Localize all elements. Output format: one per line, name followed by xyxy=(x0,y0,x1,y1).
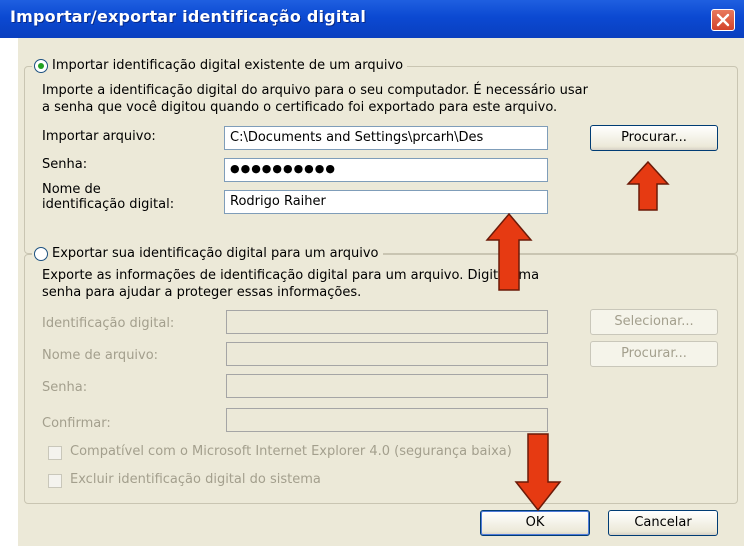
export-file-input[interactable] xyxy=(226,342,548,366)
import-radio[interactable]: Importar identificação digital existente… xyxy=(32,58,408,73)
import-browse-button[interactable]: Procurar... xyxy=(590,125,718,151)
import-radio-label: Importar identificação digital existente… xyxy=(52,58,404,73)
export-id-label: Identificação digital: xyxy=(42,316,175,331)
export-radio-label: Exportar sua identificação digital para … xyxy=(52,246,379,261)
import-password-label: Senha: xyxy=(42,157,88,172)
dialog-body: Importar identificação digital existente… xyxy=(18,38,744,546)
export-select-button[interactable]: Selecionar... xyxy=(590,309,718,335)
import-radio-button[interactable] xyxy=(34,58,48,73)
delete-id-checkbox[interactable] xyxy=(48,474,62,488)
arrow-up-icon xyxy=(626,160,670,211)
import-name-label: Nome de identificação digital: xyxy=(42,182,175,212)
export-password-input[interactable] xyxy=(226,374,548,398)
delete-id-label: Excluir identificação digital do sistema xyxy=(70,472,321,487)
import-name-input[interactable]: Rodrigo Raiher xyxy=(224,190,548,214)
close-icon xyxy=(716,13,730,27)
window-title: Importar/exportar identificação digital xyxy=(10,7,367,26)
export-radio-button[interactable] xyxy=(34,246,48,261)
ie-compat-checkbox[interactable] xyxy=(48,446,62,460)
export-description: Exporte as informações de identificação … xyxy=(42,268,540,300)
import-password-input[interactable]: ●●●●●●●●●● xyxy=(224,158,548,182)
cancel-button[interactable]: Cancelar xyxy=(608,510,718,536)
export-confirm-label: Confirmar: xyxy=(42,416,111,431)
export-file-label: Nome de arquivo: xyxy=(42,348,159,363)
export-radio[interactable]: Exportar sua identificação digital para … xyxy=(32,246,383,261)
arrow-up-icon xyxy=(485,212,533,291)
arrow-down-icon xyxy=(514,433,562,512)
ie-compat-label: Compatível com o Microsoft Internet Expl… xyxy=(70,444,512,459)
import-description: Importe a identificação digital do arqui… xyxy=(42,83,588,115)
close-button[interactable] xyxy=(711,9,735,31)
title-bar: Importar/exportar identificação digital xyxy=(0,0,744,38)
export-browse-button[interactable]: Procurar... xyxy=(590,341,718,367)
export-confirm-input[interactable] xyxy=(226,408,548,432)
import-file-label: Importar arquivo: xyxy=(42,129,156,144)
export-password-label: Senha: xyxy=(42,380,88,395)
ok-button[interactable]: OK xyxy=(480,510,590,536)
export-id-input[interactable] xyxy=(226,310,548,334)
import-file-input[interactable]: C:\Documents and Settings\prcarh\Des xyxy=(224,126,548,150)
